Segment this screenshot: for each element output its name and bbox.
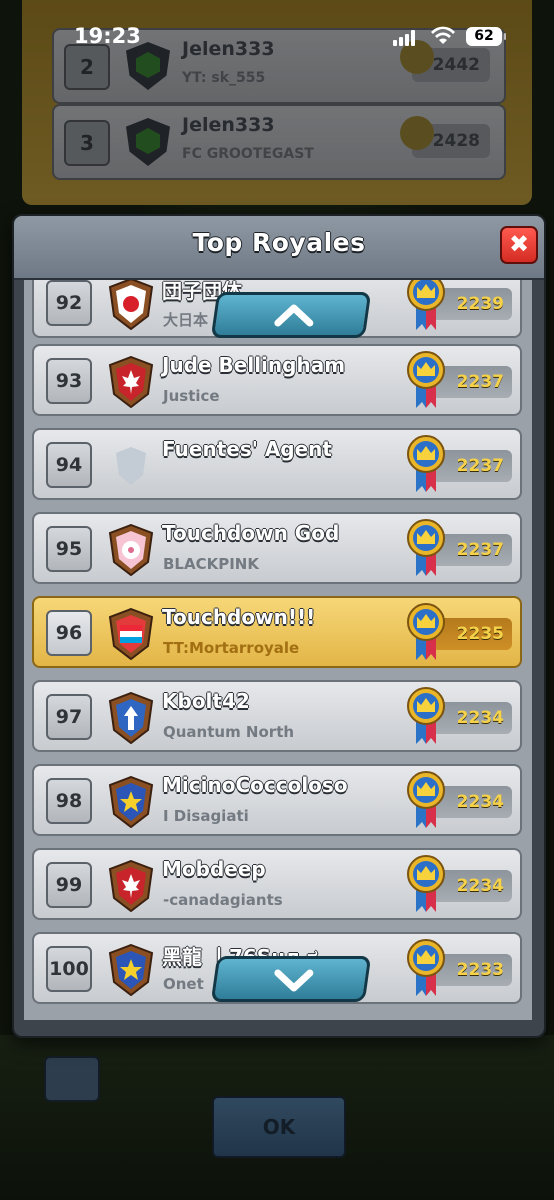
rank-number: 94 [46,442,92,488]
empty-badge-icon [108,440,154,492]
rank-number: 93 [46,358,92,404]
clan-name: Onet [163,975,204,993]
rank-number: 98 [46,778,92,824]
wifi-icon [431,26,455,44]
leaderboard-row[interactable]: 97 Kbolt42 Quantum North 2234 [32,680,522,752]
clan-badge-icon [108,691,154,745]
rank-number: 96 [46,610,92,656]
dialog-title: Top Royales [192,228,366,257]
chevron-up-icon [274,304,314,327]
clan-badge-icon [108,355,154,409]
player-name: Touchdown God [162,521,340,545]
leaderboard-row[interactable]: 95 Touchdown God BLACKPINK 2237 [32,512,522,584]
rank-number: 99 [46,862,92,908]
crown-medal-icon [406,434,446,494]
dialog-header: Top Royales ✖ [14,216,544,280]
clan-badge-icon [108,775,154,829]
scroll-up-button[interactable] [210,292,372,338]
player-name: Jude Bellingham [162,353,346,377]
clan-badge-icon [108,607,154,661]
clan-badge-icon [108,943,154,997]
crown-medal-icon [406,518,446,578]
clan-name: BLACKPINK [163,555,259,573]
status-time: 19:23 [74,24,141,48]
crown-medal-icon [406,770,446,830]
clan-badge-icon [108,280,154,331]
player-name: MicinoCoccoloso [162,773,348,797]
leaderboard-row[interactable]: 98 MicinoCoccoloso I Disagiati 2234 [32,764,522,836]
crown-medal-icon [406,280,446,332]
crown-medal-icon [406,686,446,746]
rank-number: 97 [46,694,92,740]
leaderboard-row[interactable]: 94 Fuentes' Agent 2237 [32,428,522,500]
clan-badge-icon [108,859,154,913]
leaderboard-row[interactable]: 93 Jude Bellingham Justice 2237 [32,344,522,416]
player-name: Fuentes' Agent [162,437,332,461]
battery-indicator: 62 [466,27,506,46]
scroll-down-button[interactable] [210,956,372,1002]
clan-name: 大日本 [163,311,209,329]
chevron-down-icon [274,969,314,992]
rank-number: 92 [46,280,92,326]
leaderboard-row[interactable]: 99 Mobdeep -canadagiants 2234 [32,848,522,920]
close-button[interactable]: ✖ [500,226,538,264]
clan-name: -canadagiants [163,891,283,909]
clan-name: I Disagiati [163,807,249,825]
clan-name: Quantum North [163,723,295,741]
top-royales-dialog: Top Royales ✖ 92 団子団体 大日本 2239 93 Jude Bellin… [12,214,546,1038]
cellular-signal-icon [393,30,417,46]
clan-badge-icon [108,523,154,577]
clan-name: Justice [163,387,220,405]
crown-medal-icon [406,350,446,410]
crown-medal-icon [406,938,446,998]
leaderboard-row-current-player[interactable]: 96 Touchdown!!! TT:Mortarroyale 2235 [32,596,522,668]
crown-medal-icon [406,602,446,662]
player-name: Touchdown!!! [162,605,316,629]
crown-medal-icon [406,854,446,914]
rank-number: 95 [46,526,92,572]
clan-name: TT:Mortarroyale [163,639,300,657]
rank-number: 100 [46,946,92,992]
status-bar: 19:23 62 [0,0,554,78]
player-name: Mobdeep [162,857,266,881]
leaderboard-list[interactable]: 92 団子団体 大日本 2239 93 Jude Bellingham Justice 223… [24,280,532,1020]
player-name: Kbolt42 [162,689,250,713]
